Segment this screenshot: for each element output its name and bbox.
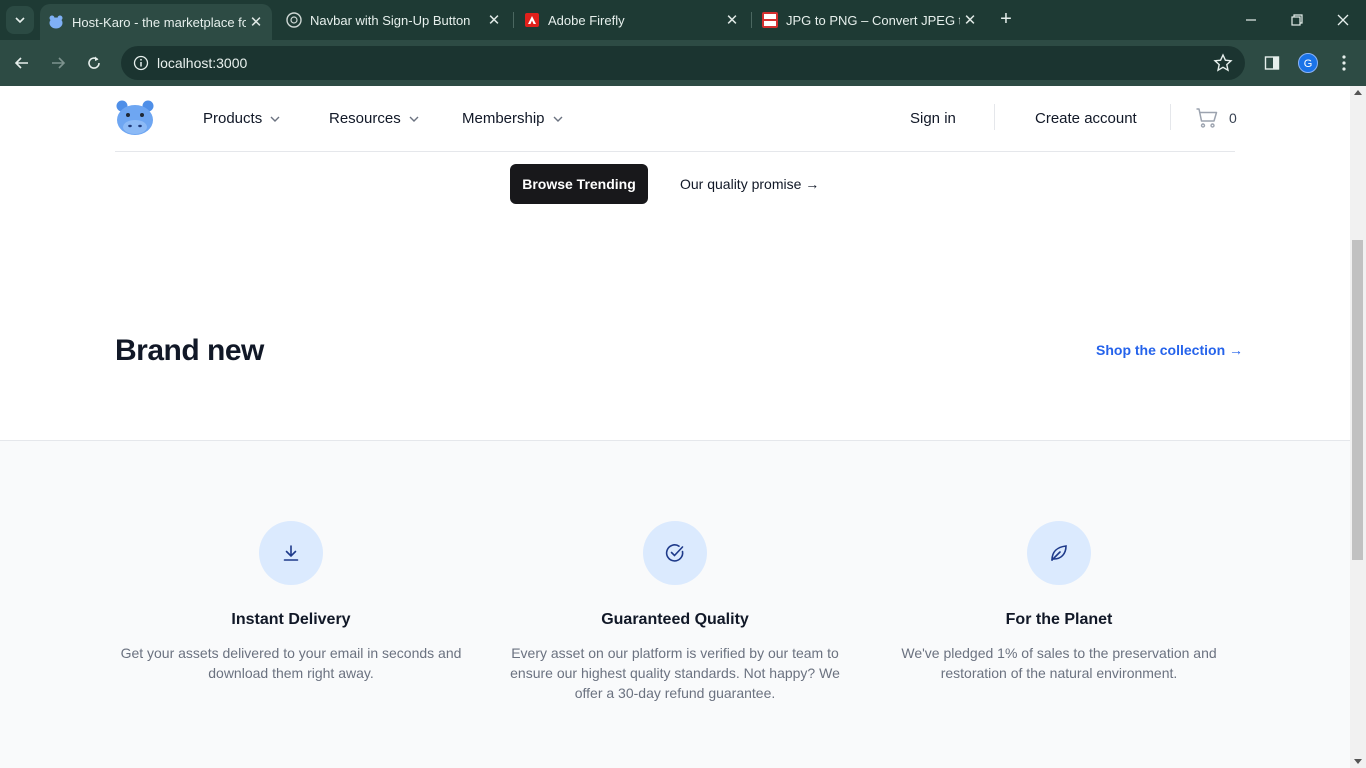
feature-icon-circle: [259, 521, 323, 585]
forward-button[interactable]: [44, 49, 72, 77]
browse-trending-button[interactable]: Browse Trending: [510, 164, 648, 204]
feature-title: Instant Delivery: [231, 611, 351, 628]
profile-button[interactable]: G: [1296, 51, 1320, 75]
nav-products[interactable]: Products: [203, 110, 280, 127]
side-panel-button[interactable]: [1260, 51, 1284, 75]
new-tab-button[interactable]: +: [994, 8, 1018, 32]
leaf-icon: [1051, 545, 1067, 561]
bookmark-star-icon[interactable]: [1213, 53, 1233, 73]
features-section: Instant Delivery Get your assets deliver…: [0, 440, 1350, 768]
quality-promise-link[interactable]: Our quality promise →: [680, 176, 819, 192]
chevron-down-icon: [15, 17, 25, 24]
arrow-right-icon: [52, 57, 66, 69]
feature-text: Every asset on our platform is verified …: [510, 645, 840, 701]
restore-button[interactable]: [1274, 0, 1320, 40]
nav-label: Products: [203, 110, 263, 127]
browser-menu-button[interactable]: [1332, 51, 1356, 75]
sign-in-link[interactable]: Sign in: [910, 110, 956, 127]
close-tab-icon[interactable]: ✕: [960, 11, 980, 29]
scroll-down-arrow-icon[interactable]: [1354, 759, 1362, 764]
page-viewport: Products Resources Membership Sign in Cr…: [0, 86, 1350, 768]
close-tab-icon[interactable]: ✕: [484, 11, 504, 29]
hippo-favicon-icon: [48, 14, 64, 30]
restore-icon: [1291, 14, 1303, 26]
page-scrollbar[interactable]: [1350, 86, 1366, 768]
tab-title: Navbar with Sign-Up Button: [310, 12, 471, 28]
scrollbar-thumb[interactable]: [1352, 240, 1363, 560]
shopping-cart-icon: [1196, 108, 1218, 128]
profile-avatar: G: [1298, 53, 1318, 73]
feature-title: For the Planet: [1005, 611, 1113, 628]
close-icon: [1337, 14, 1349, 26]
reload-button[interactable]: [80, 49, 108, 77]
browser-toolbar: localhost:3000 G: [0, 40, 1366, 86]
arrow-left-icon: [14, 57, 28, 69]
feature-instant-delivery: Instant Delivery Get your assets deliver…: [111, 521, 471, 683]
feature-for-the-planet: For the Planet We've pledged 1% of sales…: [879, 521, 1239, 683]
tab-separator: [751, 12, 752, 28]
browser-tab-strip: Host-Karo - the marketplace fo ✕ Navbar …: [0, 0, 1366, 40]
tab-title: Adobe Firefly: [548, 12, 625, 28]
close-tab-icon[interactable]: ✕: [246, 13, 266, 31]
tab-search-button[interactable]: [6, 6, 34, 34]
hippo-logo-icon[interactable]: [115, 100, 155, 136]
site-info-icon[interactable]: [129, 51, 153, 75]
feature-text: We've pledged 1% of sales to the preserv…: [901, 645, 1217, 681]
download-icon: [283, 545, 299, 561]
minimize-button[interactable]: [1228, 0, 1274, 40]
address-bar[interactable]: localhost:3000: [121, 46, 1245, 80]
shop-collection-link[interactable]: Shop the collection →: [1096, 342, 1243, 358]
create-account-link[interactable]: Create account: [1035, 110, 1137, 127]
kebab-menu-icon: [1342, 55, 1346, 71]
feature-icon-circle: [1027, 521, 1091, 585]
check-circle-icon: [665, 544, 684, 562]
feature-title: Guaranteed Quality: [601, 611, 749, 628]
jpg-png-favicon-icon: [762, 12, 778, 28]
cart-count: 0: [1229, 110, 1237, 126]
tab-title: JPG to PNG – Convert JPEG to P: [786, 12, 960, 28]
chevron-down-icon: [553, 116, 563, 122]
back-button[interactable]: [8, 49, 36, 77]
feature-text: Get your assets delivered to your email …: [120, 645, 462, 681]
nav-label: Resources: [329, 110, 401, 127]
chevron-down-icon: [409, 116, 419, 122]
close-tab-icon[interactable]: ✕: [722, 11, 742, 29]
tab-host-karo[interactable]: Host-Karo - the marketplace fo ✕: [40, 4, 272, 40]
tab-navbar-signup[interactable]: Navbar with Sign-Up Button ✕: [278, 4, 510, 36]
nav-divider: [1170, 104, 1171, 130]
tab-jpg-to-png[interactable]: JPG to PNG – Convert JPEG to P ✕: [754, 4, 986, 36]
tab-title: Host-Karo - the marketplace fo: [72, 14, 246, 30]
feature-guaranteed-quality: Guaranteed Quality Every asset on our pl…: [495, 521, 855, 703]
feature-icon-circle: [643, 521, 707, 585]
chatgpt-favicon-icon: [286, 12, 302, 28]
minimize-icon: [1246, 19, 1256, 21]
tab-separator: [513, 12, 514, 28]
adobe-favicon-icon: [524, 12, 540, 28]
address-url: localhost:3000: [157, 55, 248, 71]
site-navbar: Products Resources Membership Sign in Cr…: [115, 86, 1237, 152]
side-panel-icon: [1264, 56, 1280, 70]
cart-button[interactable]: 0: [1195, 106, 1237, 130]
nav-label: Membership: [462, 110, 545, 127]
close-window-button[interactable]: [1320, 0, 1366, 40]
nav-divider: [994, 104, 995, 130]
nav-membership[interactable]: Membership: [462, 110, 563, 127]
chevron-down-icon: [270, 116, 280, 122]
nav-resources[interactable]: Resources: [329, 110, 419, 127]
brand-new-heading: Brand new: [115, 334, 264, 367]
reload-icon: [88, 56, 100, 69]
tab-adobe-firefly[interactable]: Adobe Firefly ✕: [516, 4, 748, 36]
scroll-up-arrow-icon[interactable]: [1354, 90, 1362, 95]
